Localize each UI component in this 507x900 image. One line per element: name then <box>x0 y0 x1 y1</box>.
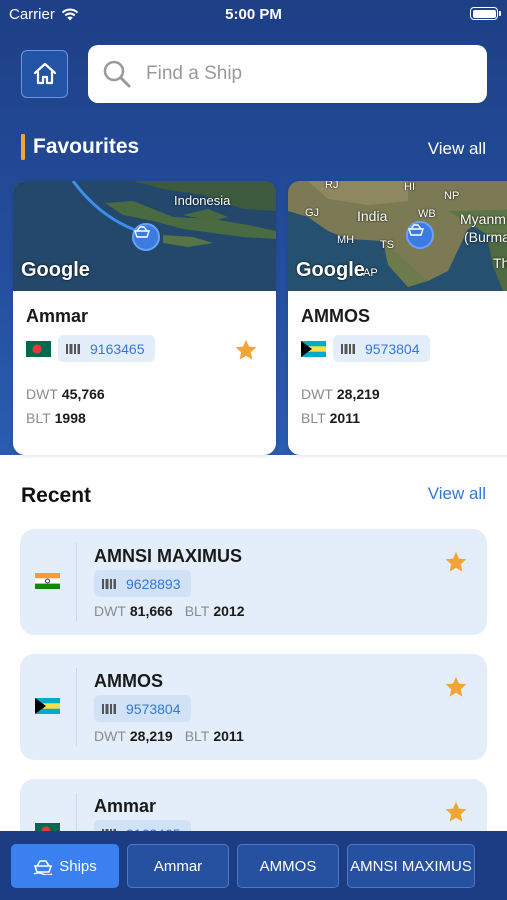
favourites-accent-bar <box>21 134 25 160</box>
map-label: (Burma <box>464 229 507 245</box>
map-label: MH <box>337 234 355 246</box>
status-time: 5:00 PM <box>225 6 282 23</box>
divider <box>76 543 77 621</box>
home-button[interactable] <box>21 50 68 98</box>
ship-location-marker <box>406 221 434 249</box>
map-label: AP <box>363 267 378 279</box>
map-label: RJ <box>325 181 339 191</box>
tab-ammar[interactable]: Ammar <box>127 844 229 888</box>
imo-icon <box>66 343 80 354</box>
blt-label: BLT <box>301 410 326 426</box>
imo-icon <box>102 578 116 589</box>
map-label: GJ <box>305 207 320 219</box>
favourite-card[interactable]: RJ HI NP GJ India WB Myanm (Burma MH TS … <box>288 181 507 455</box>
home-icon <box>33 62 56 85</box>
tab-label: AMNSI MAXIMUS <box>350 857 472 875</box>
battery-icon <box>470 7 501 20</box>
map-label: India <box>357 208 388 224</box>
imo-number: 9163465 <box>90 340 145 357</box>
ship-name: AMNSI MAXIMUS <box>94 546 242 566</box>
google-logo: Google <box>296 259 365 281</box>
tab-ships[interactable]: Ships <box>11 844 119 888</box>
google-logo: Google <box>21 259 90 281</box>
star-icon[interactable] <box>444 675 468 699</box>
blt-value: 1998 <box>54 410 86 426</box>
dwt-value: 45,766 <box>61 386 105 402</box>
ships-icon <box>33 860 53 875</box>
dwt-value: 81,666 <box>129 603 173 619</box>
favourites-heading: Favourites <box>21 134 139 160</box>
search-icon <box>103 60 131 88</box>
divider <box>76 668 77 746</box>
star-icon[interactable] <box>234 338 258 362</box>
blt-value: 2011 <box>213 728 244 744</box>
ship-name: AMMOS <box>301 306 370 326</box>
blt-label: BLT <box>26 410 51 426</box>
bahamas-flag-icon <box>35 698 60 714</box>
blt-label: BLT <box>184 728 210 744</box>
status-bar: Carrier 5:00 PM <box>0 0 507 30</box>
imo-badge: 9573804 <box>94 695 191 722</box>
star-icon[interactable] <box>444 550 468 574</box>
tab-ammos[interactable]: AMMOS <box>237 844 339 888</box>
blt-label: BLT <box>184 603 210 619</box>
recent-ship-item[interactable]: AMNSI MAXIMUS 9628893 DWT 81,666 BLT 2012 <box>20 529 487 635</box>
blt-value: 2012 <box>213 603 245 619</box>
ship-name: Ammar <box>94 796 157 816</box>
imo-icon <box>341 343 355 354</box>
bangladesh-flag-icon <box>26 341 51 357</box>
dwt-label: DWT <box>94 603 126 619</box>
search-bar[interactable] <box>88 45 487 103</box>
imo-number: 9573804 <box>365 340 420 357</box>
favourite-card[interactable]: Indonesia Google Ammar 9163465 DWT 45,766… <box>13 181 276 455</box>
bahamas-flag-icon <box>301 341 326 357</box>
dwt-label: DWT <box>94 728 126 744</box>
ship-icon <box>134 226 150 238</box>
search-input[interactable] <box>146 63 446 85</box>
dwt-label: DWT <box>301 386 333 402</box>
ship-name: AMMOS <box>94 671 163 691</box>
ship-map: RJ HI NP GJ India WB Myanm (Burma MH TS … <box>288 181 507 291</box>
blt-value: 2011 <box>329 410 361 426</box>
map-label: Myanm <box>460 211 506 227</box>
ship-map: Indonesia Google <box>13 181 276 291</box>
favourites-view-all-link[interactable]: View all <box>428 139 486 159</box>
dwt-label: DWT <box>26 386 58 402</box>
recent-view-all-link[interactable]: View all <box>428 484 486 504</box>
imo-number: 9573804 <box>126 700 181 717</box>
map-label: HI <box>404 181 415 193</box>
dwt-value: 28,219 <box>129 728 173 744</box>
favourites-title: Favourites <box>33 135 140 158</box>
imo-badge: 9573804 <box>333 335 430 362</box>
imo-icon <box>102 703 116 714</box>
map-label: Th <box>493 255 507 271</box>
map-label: NP <box>444 190 460 202</box>
india-flag-icon <box>35 573 60 589</box>
map-label: Indonesia <box>174 193 231 208</box>
imo-badge: 9628893 <box>94 570 191 597</box>
tab-amnsi-maximus[interactable]: AMNSI MAXIMUS <box>347 844 475 888</box>
ship-icon <box>408 224 424 236</box>
imo-number: 9628893 <box>126 575 181 592</box>
bottom-tab-bar: Ships Ammar AMMOS AMNSI MAXIMUS <box>0 831 507 900</box>
map-label: WB <box>418 208 436 220</box>
recent-ship-item[interactable]: AMMOS 9573804 DWT 28,219 BLT 2011 <box>20 654 487 760</box>
tab-label: AMMOS <box>259 857 317 875</box>
ship-name: Ammar <box>26 306 89 326</box>
ship-location-marker <box>132 223 160 251</box>
recent-title: Recent <box>21 484 92 507</box>
star-icon[interactable] <box>444 800 468 824</box>
tab-label: Ships <box>59 857 97 875</box>
tab-label: Ammar <box>153 857 203 875</box>
map-label: TS <box>380 239 395 251</box>
imo-badge: 9163465 <box>58 335 155 362</box>
dwt-value: 28,219 <box>336 386 380 402</box>
